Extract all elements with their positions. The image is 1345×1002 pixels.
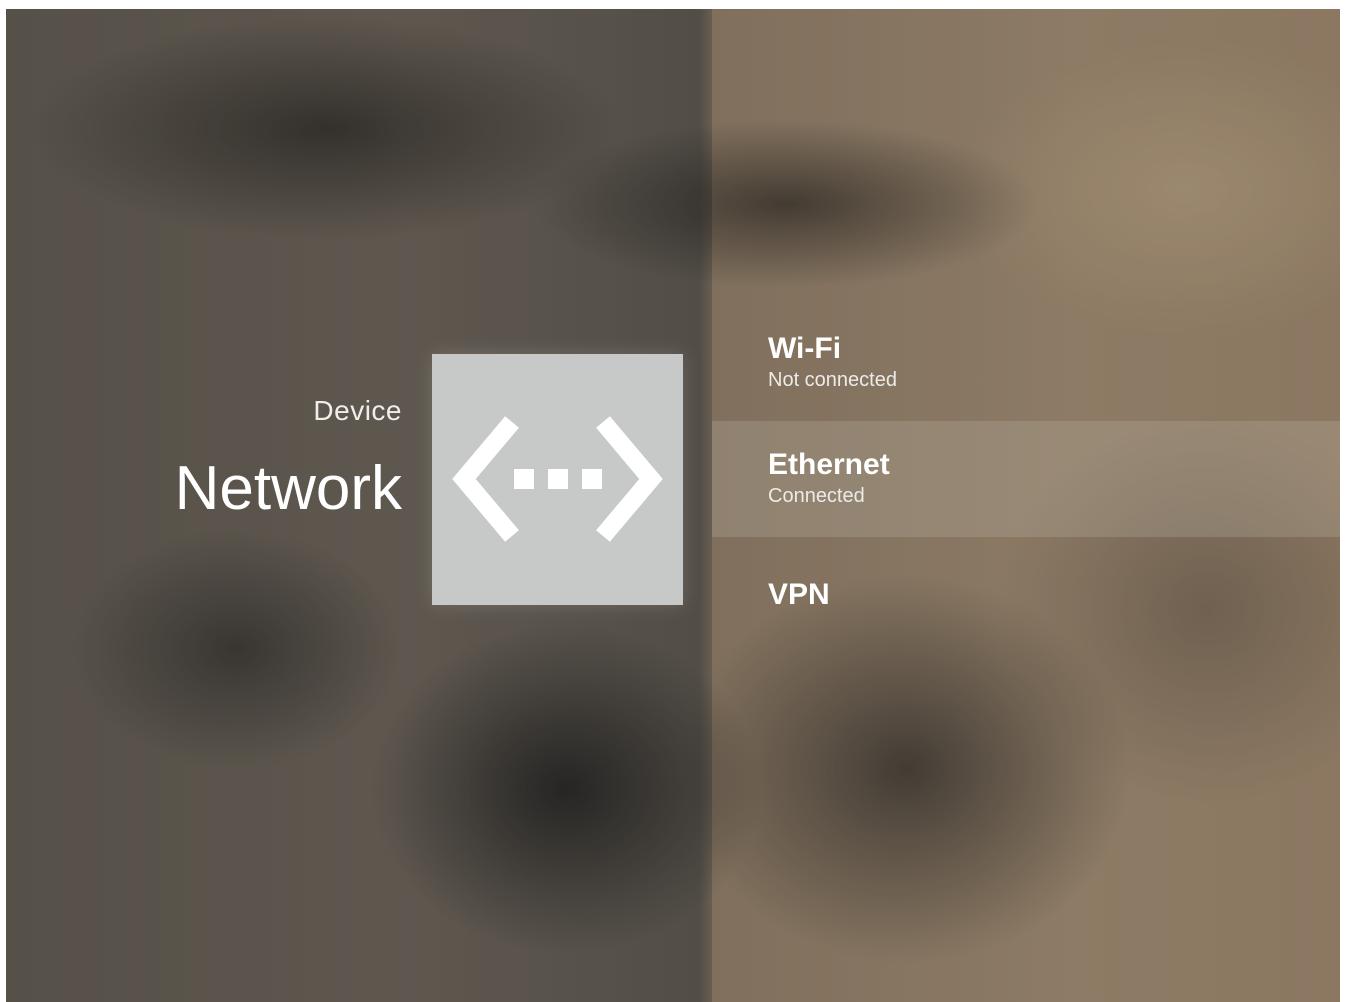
network-icon <box>452 416 663 542</box>
menu-item-wifi[interactable]: Wi-Fi Not connected <box>712 329 1340 421</box>
network-icon-tile <box>432 354 683 605</box>
page-title: Network <box>174 454 402 523</box>
tv-settings-screen: Device Network Wi-Fi Not connected Ether… <box>6 9 1340 1002</box>
menu-item-ethernet[interactable]: Ethernet Connected <box>712 421 1340 537</box>
ethernet-status: Connected <box>768 485 865 507</box>
menu-item-vpn[interactable]: VPN <box>712 537 1340 627</box>
wifi-status: Not connected <box>768 369 897 391</box>
breadcrumb: Device <box>313 395 402 426</box>
vpn-title: VPN <box>768 578 830 611</box>
wifi-title: Wi-Fi <box>768 332 842 365</box>
ethernet-title: Ethernet <box>768 448 890 481</box>
